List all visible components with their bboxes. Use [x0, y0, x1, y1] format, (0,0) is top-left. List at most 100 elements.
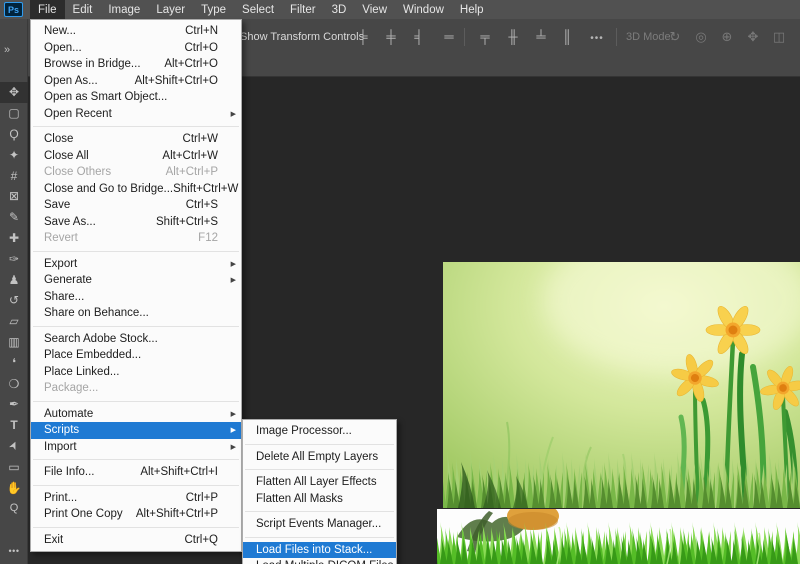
- menu-item-open[interactable]: Open... Ctrl+O: [31, 40, 241, 57]
- menu-edit[interactable]: Edit: [65, 0, 101, 19]
- menu-item-delete-all-empty-layers[interactable]: Delete All Empty Layers: [243, 449, 396, 466]
- menu-3d[interactable]: 3D: [324, 0, 355, 19]
- menu-item-close-all[interactable]: Close All Alt+Ctrl+W: [31, 148, 241, 165]
- align-left-icon[interactable]: ╞: [352, 28, 374, 46]
- tool-clone-stamp[interactable]: ♟: [0, 269, 28, 290]
- menu-item-save[interactable]: Save Ctrl+S: [31, 197, 241, 214]
- distribute-horizontal-icon[interactable]: ═: [438, 28, 460, 46]
- tool-rectangle[interactable]: ▭: [0, 456, 28, 477]
- menu-view[interactable]: View: [354, 0, 395, 19]
- tool-path-selection[interactable]: ➤: [0, 436, 28, 457]
- tool-type[interactable]: T: [0, 415, 28, 436]
- menu-item-image-processor[interactable]: Image Processor...: [243, 423, 396, 440]
- menu-item-package: Package...: [44, 382, 99, 395]
- menu-item-export[interactable]: Export ▶: [31, 256, 241, 273]
- menu-item-import[interactable]: Import ▶: [31, 439, 241, 456]
- menu-file[interactable]: File: [30, 0, 65, 19]
- tool-move[interactable]: ✥: [0, 82, 28, 103]
- submenu-arrow-icon: ▶: [230, 277, 236, 285]
- photoshop-logo: Ps: [4, 2, 23, 17]
- align-middle-icon[interactable]: ╫: [502, 28, 524, 46]
- menu-item-file-info[interactable]: File Info... Alt+Shift+Ctrl+I: [31, 464, 241, 481]
- tool-spot-healing-brush[interactable]: ✚: [0, 228, 28, 249]
- menu-item-flatten-all-layer-effects[interactable]: Flatten All Layer Effects: [243, 474, 396, 491]
- tool-crop[interactable]: #: [0, 165, 28, 186]
- menu-item-save-as[interactable]: Save As... Shift+Ctrl+S: [31, 214, 241, 231]
- menu-layer[interactable]: Layer: [148, 0, 193, 19]
- align-right-icon[interactable]: ╡: [408, 28, 430, 46]
- menu-item-generate[interactable]: Generate ▶: [31, 272, 241, 289]
- menu-item-place-embedded[interactable]: Place Embedded...: [31, 347, 241, 364]
- menu-separator: [33, 325, 239, 327]
- tool-quick-selection[interactable]: ✦: [0, 144, 28, 165]
- 3d-roll-icon: ◎: [695, 29, 707, 44]
- file-menu-dropdown: New... Ctrl+N Open... Ctrl+O Browse in Bri…: [30, 19, 242, 552]
- tool-eraser[interactable]: ▱: [0, 311, 28, 332]
- align-center-icon[interactable]: ╪: [380, 28, 402, 46]
- menu-filter[interactable]: Filter: [282, 0, 324, 19]
- menu-separator: [33, 459, 239, 460]
- menu-item-open-recent[interactable]: Open Recent ▶: [31, 106, 241, 123]
- menu-separator: [33, 484, 239, 486]
- tool-rectangular-marquee[interactable]: ▢: [0, 103, 28, 124]
- menu-item-close-and-go-to-bridge[interactable]: Close and Go to Bridge... Shift+Ctrl+W: [31, 181, 241, 198]
- tool-lasso[interactable]: Ϙ: [0, 124, 28, 145]
- submenu-arrow-icon: ▶: [230, 110, 236, 118]
- menu-window[interactable]: Window: [395, 0, 452, 19]
- tool-zoom[interactable]: Q: [0, 498, 28, 519]
- menu-item-script-events-manager[interactable]: Script Events Manager...: [243, 516, 396, 533]
- menu-separator: [33, 126, 239, 127]
- 3d-orbit-icon: ↻: [669, 29, 681, 44]
- tool-pen[interactable]: ✒: [0, 394, 28, 415]
- menu-item-scripts[interactable]: Scripts ▶: [31, 422, 241, 439]
- menu-separator: [33, 250, 239, 252]
- menu-item-share-on-behance[interactable]: Share on Behance...: [31, 305, 241, 322]
- distribute-vertical-icon[interactable]: ║: [556, 28, 578, 46]
- daffodil-photo[interactable]: [443, 262, 800, 508]
- collapse-toolbar-icon[interactable]: »: [4, 44, 10, 56]
- menu-item-place-linked[interactable]: Place Linked...: [31, 364, 241, 381]
- menu-type[interactable]: Type: [193, 0, 234, 19]
- menu-item-print-one-copy[interactable]: Print One Copy Alt+Shift+Ctrl+P: [31, 506, 241, 523]
- menu-item-automate[interactable]: Automate ▶: [31, 406, 241, 423]
- menu-image[interactable]: Image: [100, 0, 148, 19]
- menu-item-browse-in-bridge[interactable]: Browse in Bridge... Alt+Ctrl+O: [31, 56, 241, 73]
- menu-item-revert: Revert F12: [44, 232, 218, 245]
- menu-item-load-files-into-stack[interactable]: Load Files into Stack...: [243, 541, 396, 558]
- align-top-icon[interactable]: ╤: [474, 28, 496, 46]
- menu-separator: [245, 511, 394, 512]
- align-bottom-icon[interactable]: ╧: [530, 28, 552, 46]
- menu-item-open-as-smart-object[interactable]: Open as Smart Object...: [31, 89, 241, 106]
- menu-item-search-adobe-stock[interactable]: Search Adobe Stock...: [31, 331, 241, 348]
- tool-brush[interactable]: ✑: [0, 248, 28, 269]
- show-transform-controls-label[interactable]: Show Transform Controls: [240, 31, 364, 43]
- tool-blur[interactable]: ❛: [0, 352, 28, 373]
- menu-separator: [245, 469, 394, 470]
- menu-item-share[interactable]: Share...: [31, 289, 241, 306]
- menu-item-print[interactable]: Print... Ctrl+P: [31, 490, 241, 507]
- menu-item-close[interactable]: Close Ctrl+W: [31, 131, 241, 148]
- 3d-slide-icon: ✥: [747, 29, 759, 44]
- edit-toolbar-icon[interactable]: •••: [0, 546, 28, 556]
- tool-frame[interactable]: ⊠: [0, 186, 28, 207]
- menu-select[interactable]: Select: [234, 0, 282, 19]
- menu-bar: Ps File Edit Image Layer Type Select Fil…: [0, 0, 800, 19]
- menu-separator: [33, 526, 239, 528]
- menu-item-exit[interactable]: Exit Ctrl+Q: [31, 532, 241, 549]
- menu-item-flatten-all-masks[interactable]: Flatten All Masks: [243, 491, 396, 508]
- menu-help[interactable]: Help: [452, 0, 492, 19]
- tool-dodge[interactable]: ❍: [0, 373, 28, 394]
- tool-gradient[interactable]: ▥: [0, 332, 28, 353]
- tool-bar: » ✥ ▢ Ϙ ✦ # ⊠ ✎ ✚ ✑ ♟ ↺ ▱ ▥ ❛ ❍ ✒ T ➤ ▭ …: [0, 19, 28, 564]
- tool-hand[interactable]: ✋: [0, 477, 28, 498]
- menu-item-new[interactable]: New... Ctrl+N: [31, 23, 241, 40]
- menu-item-close-others: Close Others Alt+Ctrl+P: [44, 166, 218, 179]
- tool-eyedropper[interactable]: ✎: [0, 207, 28, 228]
- menu-item-load-multiple-dicom-files[interactable]: Load Multiple DICOM Files...: [243, 558, 403, 564]
- tool-history-brush[interactable]: ↺: [0, 290, 28, 311]
- options-separator: [616, 28, 617, 46]
- submenu-arrow-icon: ▶: [230, 260, 236, 268]
- menu-item-open-as[interactable]: Open As... Alt+Shift+Ctrl+O: [31, 73, 241, 90]
- more-options-icon[interactable]: •••: [586, 30, 608, 48]
- grass-photo[interactable]: [437, 509, 800, 564]
